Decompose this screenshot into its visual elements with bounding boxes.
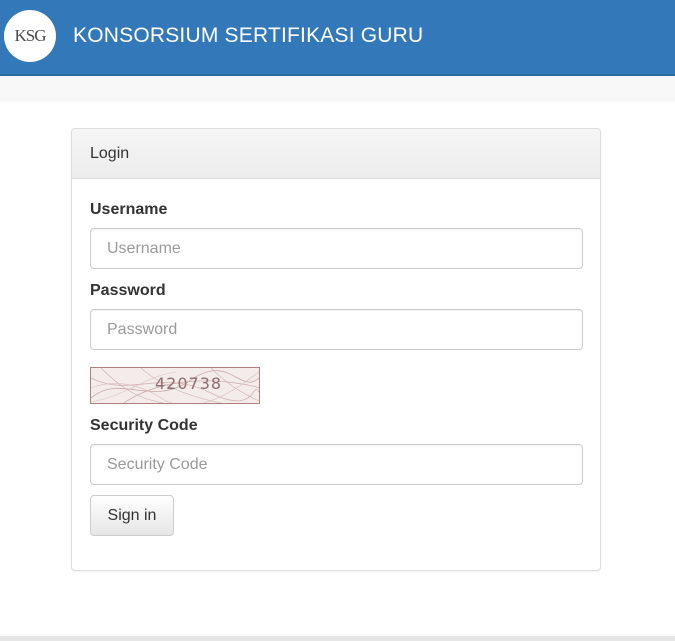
sub-navbar	[0, 76, 675, 102]
login-page: KSG KONSORSIUM SERTIFIKASI GURU Login Us…	[0, 0, 675, 641]
top-navbar: KSG KONSORSIUM SERTIFIKASI GURU	[0, 0, 675, 76]
sign-in-button[interactable]: Sign in	[90, 495, 174, 536]
captcha-image: 420738	[90, 367, 260, 404]
password-label: Password	[90, 282, 166, 299]
ksg-logo[interactable]: KSG	[4, 10, 56, 62]
login-panel-heading: Login	[72, 129, 600, 179]
security-code-input[interactable]	[90, 444, 583, 485]
username-label: Username	[90, 201, 168, 218]
username-input[interactable]	[90, 228, 583, 269]
site-title[interactable]: KONSORSIUM SERTIFIKASI GURU	[73, 24, 423, 48]
security-code-label: Security Code	[90, 417, 198, 434]
captcha-code-text: 420738	[155, 374, 223, 393]
password-input[interactable]	[90, 309, 583, 350]
login-panel-title: Login	[90, 145, 130, 162]
bottom-divider	[0, 636, 675, 641]
login-panel: Login Username Password 420738 Security …	[71, 128, 601, 571]
